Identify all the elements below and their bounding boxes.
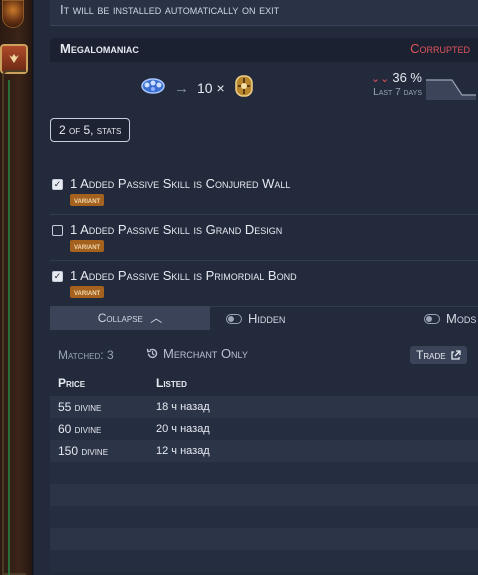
hidden-toggle[interactable]: Hidden (226, 311, 285, 326)
stat-checkbox[interactable] (52, 225, 63, 236)
price-check-panel: It will be installed automatically on ex… (34, 0, 478, 575)
external-link-icon (450, 349, 461, 360)
empty-row (50, 550, 478, 572)
chevron-up-icon: ︿ (150, 311, 163, 325)
variant-badge: variant (70, 240, 105, 252)
merchant-only-toggle[interactable]: Merchant Only (146, 346, 248, 361)
trade-button[interactable]: Trade (410, 346, 467, 364)
stat-text: 1 Added Passive Skill is Grand Design (70, 222, 283, 237)
item-name: Megalomaniac (60, 41, 139, 56)
left-sidebar (0, 0, 33, 575)
orb-icon[interactable] (2, 0, 24, 28)
stat-text: 1 Added Passive Skill is Conjured Wall (70, 176, 291, 191)
listed-column-header: Listed (156, 376, 187, 390)
price-cell: 60 divine (58, 422, 102, 436)
empty-row (50, 462, 478, 484)
jewel-icon (140, 76, 166, 101)
stat-text: 1 Added Passive Skill is Primordial Bond (70, 268, 297, 283)
empty-row (50, 528, 478, 550)
price-estimate: → 10 × (140, 74, 255, 102)
listed-cell: 12 ч назад (156, 445, 210, 457)
matched-count: Matched: 3 (58, 348, 114, 362)
merchant-only-label: Merchant Only (163, 346, 248, 361)
listed-cell: 18 ч назад (156, 401, 210, 413)
table-row: 150 divine 12 ч назад (50, 440, 478, 462)
stat-filter-row[interactable]: ✓ 1 Added Passive Skill is Conjured Wall… (50, 168, 478, 215)
stat-filter-row[interactable]: 1 Added Passive Skill is Grand Design va… (50, 214, 478, 261)
toggle-switch-icon (226, 313, 242, 324)
table-row: 60 divine 20 ч назад (50, 418, 478, 440)
variant-badge: variant (70, 194, 105, 206)
toggle-switch-icon (424, 313, 440, 324)
collapse-button[interactable]: Collapse ︿ (50, 306, 210, 330)
price-cell: 55 divine (58, 400, 102, 414)
results-table-header: Price Listed (50, 374, 478, 394)
hidden-label: Hidden (248, 311, 286, 326)
chevrons-down-icon: ⌄⌄ (370, 73, 390, 85)
mods-toggle[interactable]: Mods (424, 311, 476, 326)
variant-badge: variant (70, 286, 105, 298)
sidebar-line (8, 80, 26, 575)
trend-period: Last 7 days (373, 87, 422, 98)
divine-orb-icon (233, 74, 255, 103)
history-icon (146, 348, 158, 359)
filter-controls: Collapse ︿ Hidden Mods (50, 306, 478, 330)
empty-row (50, 506, 478, 528)
table-row: 55 divine 18 ч назад (50, 396, 478, 418)
arrow-right-icon: → (174, 79, 189, 97)
stat-filter-row[interactable]: ✓ 1 Added Passive Skill is Primordial Bo… (50, 260, 478, 307)
trade-label: Trade (416, 348, 446, 362)
trend-percent: 36 % (392, 70, 422, 85)
price-column-header: Price (58, 376, 86, 390)
mods-label: Mods (446, 311, 477, 326)
stats-pager[interactable]: 2 of 5, stats (50, 118, 131, 142)
trend-sparkline (426, 79, 476, 100)
price-cell: 150 divine (58, 444, 109, 458)
stat-checkbox[interactable]: ✓ (52, 271, 63, 282)
stat-checkbox[interactable]: ✓ (52, 179, 63, 190)
price-quantity: 10 × (197, 80, 225, 96)
listed-cell: 20 ч назад (156, 423, 210, 435)
install-notice: It will be installed automatically on ex… (50, 0, 478, 26)
empty-row (50, 484, 478, 506)
collapse-label: Collapse (97, 311, 143, 325)
corrupted-label: Corrupted (410, 41, 470, 56)
price-trend: ⌄⌄ 36 % Last 7 days (352, 70, 422, 98)
item-header: Megalomaniac Corrupted (50, 38, 478, 62)
